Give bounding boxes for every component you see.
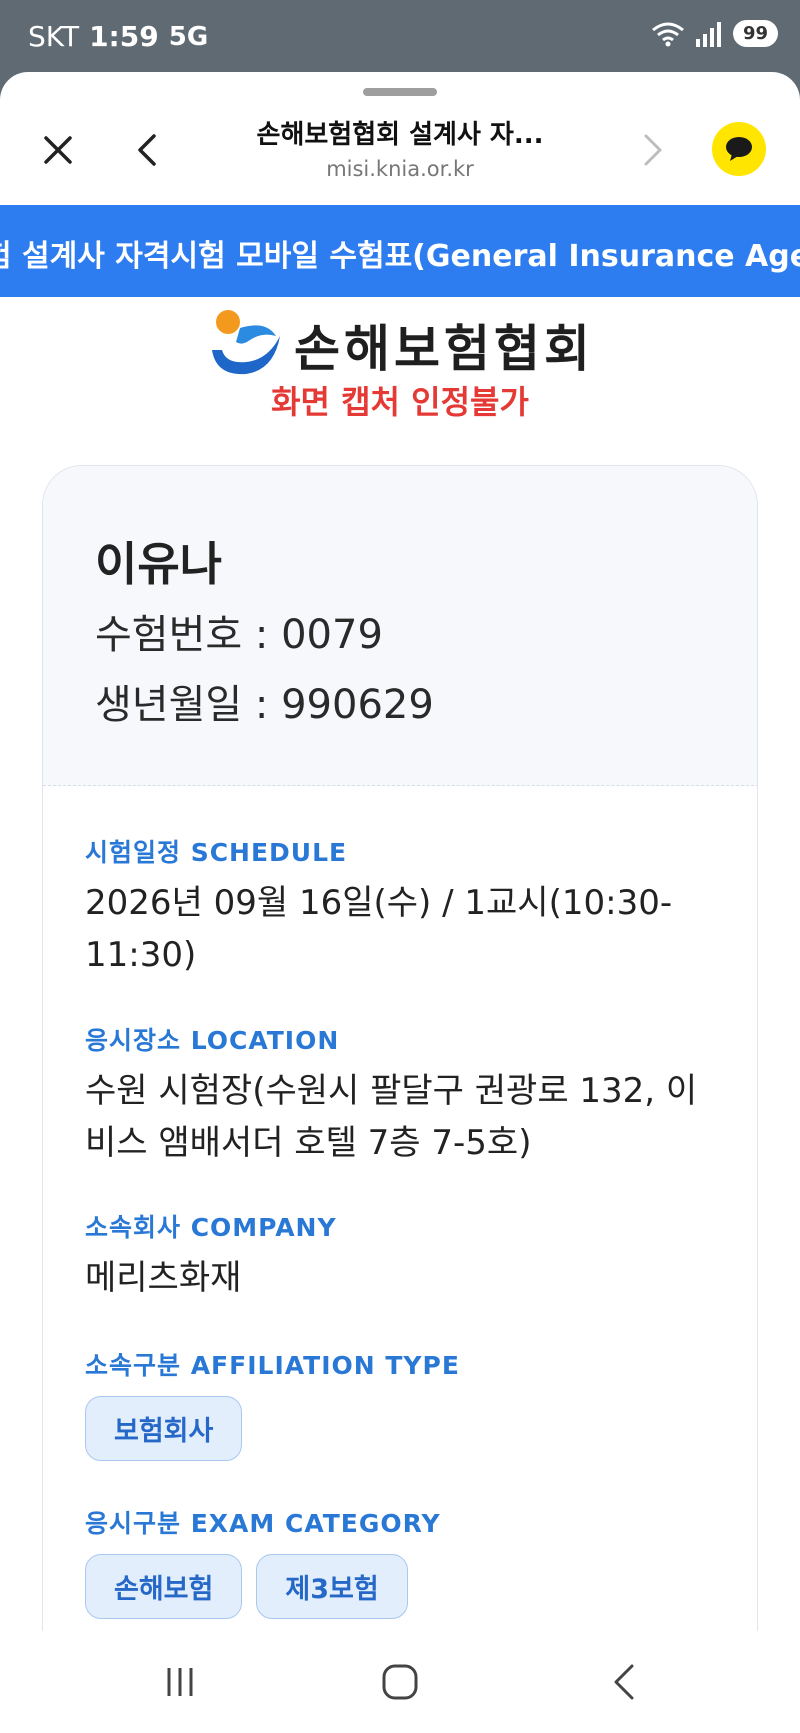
back-icon[interactable] [600,1659,650,1705]
exam-category-section: 응시구분 EXAM CATEGORY 손해보험 제3보험 [85,1504,725,1619]
close-icon[interactable] [38,130,78,170]
signal-icon [695,21,721,47]
recent-apps-icon[interactable] [155,1659,205,1705]
exam-category-chip: 제3보험 [256,1554,408,1619]
browser-header: 손해보험협회 설계사 자... misi.knia.or.kr [0,102,800,202]
system-navigation-bar [0,1631,800,1733]
forward-arrow-icon[interactable] [632,130,672,170]
schedule-label: 시험일정 SCHEDULE [85,838,348,867]
admission-ticket-card: 이유나 수험번호 : 0079 생년월일 : 990629 시험일정 SCHED… [42,465,758,1733]
chat-bubble-icon [726,137,752,161]
exam-category-label: 응시구분 EXAM CATEGORY [85,1509,441,1538]
carrier-label: SKT [28,20,80,53]
marquee-text: 험 설계사 자격시험 모바일 수험표(General Insurance Age… [0,239,800,274]
sheet-grab-handle[interactable] [363,88,437,96]
exam-category-chip: 손해보험 [85,1554,243,1619]
affiliation-section: 소속구분 AFFILIATION TYPE 보험회사 [85,1346,725,1461]
marquee-banner: 험 설계사 자격시험 모바일 수험표(General Insurance Age… [0,205,800,297]
battery-indicator: 99 [732,20,778,47]
candidate-info-header: 이유나 수험번호 : 0079 생년월일 : 990629 [43,466,757,786]
browser-title-area: 손해보험협회 설계사 자... misi.knia.or.kr [200,114,600,181]
exam-number: 수험번호 : 0079 [95,612,383,658]
logo-mark-icon [212,310,280,375]
kakao-chat-button[interactable] [712,122,766,176]
home-icon[interactable] [375,1659,425,1705]
affiliation-label: 소속구분 AFFILIATION TYPE [85,1351,460,1380]
location-section: 응시장소 LOCATION 수원 시험장(수원시 팔달구 권광로 132, 이비… [85,1021,725,1169]
candidate-name: 이유나 [95,537,222,591]
capture-warning: 화면 캡처 인정불가 [271,383,529,421]
company-section: 소속회사 COMPANY 메리츠화재 [85,1208,725,1304]
status-bar: SKT 1:59 5G 99 [0,0,800,72]
page-url: misi.knia.or.kr [326,157,474,181]
wifi-icon [652,22,684,46]
schedule-value: 2026년 09월 16일(수) / 1교시(10:30-11:30) [85,883,673,975]
clock: 1:59 [89,20,159,53]
location-label: 응시장소 LOCATION [85,1026,340,1055]
company-value: 메리츠화재 [85,1258,242,1298]
browser-sheet: 손해보험협회 설계사 자... misi.knia.or.kr 험 설계사 자격… [0,72,800,1733]
location-value: 수원 시험장(수원시 팔달구 권광로 132, 이비스 앰배서더 호텔 7층 7… [85,1071,698,1163]
network-type: 5G [168,21,209,52]
affiliation-chip: 보험회사 [85,1396,243,1461]
birth-date: 생년월일 : 990629 [95,682,434,728]
schedule-section: 시험일정 SCHEDULE 2026년 09월 16일(수) / 1교시(10:… [85,833,725,981]
company-label: 소속회사 COMPANY [85,1213,337,1242]
back-arrow-icon[interactable] [128,130,168,170]
logo-text: 손해보험협회 [294,320,594,378]
page-title: 손해보험협회 설계사 자... [256,120,544,150]
